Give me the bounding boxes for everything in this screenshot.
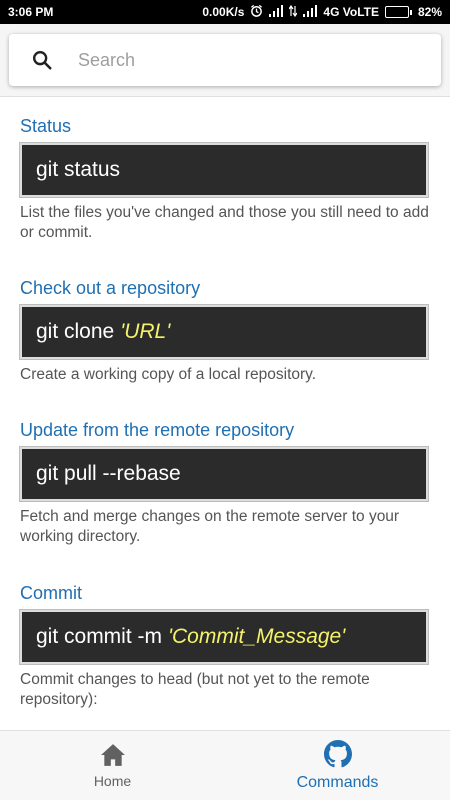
alarm-icon <box>250 4 263 20</box>
command-text: git clone <box>36 320 115 343</box>
section-description: Create a working copy of a local reposit… <box>20 366 317 383</box>
status-indicators: 0.00K/s 4G VoLTE 82% <box>202 4 442 20</box>
network-type: 4G VoLTE <box>323 5 379 19</box>
data-arrows-icon <box>288 4 298 20</box>
command-box[interactable]: git clone 'URL' <box>19 304 429 360</box>
signal-icon <box>303 4 318 20</box>
nav-home-label: Home <box>93 772 132 789</box>
command-box[interactable]: git commit -m 'Commit_Message' <box>19 609 429 665</box>
search-input[interactable] <box>78 49 408 71</box>
command-text: git commit -m <box>36 625 162 648</box>
command-section: Update from the remote repository git pu… <box>19 419 430 547</box>
nav-commands[interactable]: Commands <box>225 731 450 800</box>
section-title: Status <box>20 116 72 136</box>
command-argument: 'URL' <box>120 320 171 343</box>
section-title: Update from the remote repository <box>20 420 295 440</box>
battery-icon <box>384 6 412 18</box>
command-box[interactable]: git status <box>19 142 429 198</box>
nav-home[interactable]: Home <box>0 731 225 800</box>
signal-icon <box>269 4 284 20</box>
nav-commands-label: Commands <box>296 773 379 791</box>
search-icon[interactable] <box>31 49 53 71</box>
search-bar[interactable] <box>9 34 441 86</box>
search-bar-container <box>0 24 450 96</box>
command-section: Commit git commit -m 'Commit_Message' Co… <box>19 582 430 710</box>
command-argument: 'Commit_Message' <box>168 625 346 648</box>
section-title: Check out a repository <box>20 278 201 298</box>
command-list[interactable]: Status git status List the files you've … <box>0 97 450 730</box>
network-speed: 0.00K/s <box>202 5 245 19</box>
status-bar: 3:06 PM 0.00K/s 4G VoLTE 82% <box>0 0 450 24</box>
command-section: Status git status List the files you've … <box>19 115 430 243</box>
section-description: Fetch and merge changes on the remote se… <box>20 508 400 545</box>
home-icon <box>100 743 125 766</box>
command-text: git pull --rebase <box>36 462 181 485</box>
section-description: List the files you've changed and those … <box>20 204 429 241</box>
command-text: git status <box>36 158 121 181</box>
battery-percent: 82% <box>417 5 442 19</box>
status-time: 3:06 PM <box>8 5 54 19</box>
section-description: Commit changes to head (but not yet to t… <box>20 671 370 708</box>
command-box[interactable]: git pull --rebase <box>19 446 429 502</box>
github-icon <box>323 739 352 767</box>
section-title: Commit <box>20 583 82 603</box>
bottom-navigation: Home Commands <box>0 730 450 800</box>
command-section: Check out a repository git clone 'URL' C… <box>19 277 430 385</box>
